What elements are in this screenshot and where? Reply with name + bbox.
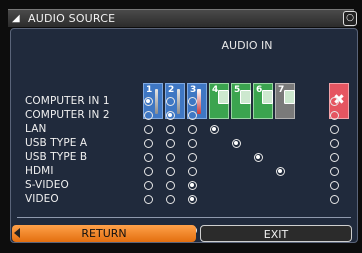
row-label: HDMI <box>25 165 54 177</box>
audio-source-panel: AUDIO IN 1 2 3 4 5 6 7 ✖ COMPUTER IN 1 CO… <box>10 28 358 243</box>
port-6-usb-port-icon: 6 <box>253 83 273 119</box>
radio-button[interactable] <box>188 195 197 204</box>
row-label: COMPUTER IN 1 <box>25 95 110 107</box>
radio-button[interactable] <box>166 111 175 120</box>
port-5-usb-port-icon: 5 <box>231 83 251 119</box>
radio-button[interactable] <box>166 181 175 190</box>
projector-menu-screen: ◢ AUDIO SOURCE ○ AUDIO IN 1 2 3 4 5 6 7 … <box>0 0 362 253</box>
radio-button[interactable] <box>330 125 339 134</box>
radio-button[interactable] <box>188 181 197 190</box>
radio-button[interactable] <box>330 167 339 176</box>
radio-button[interactable] <box>144 111 153 120</box>
radio-button[interactable] <box>188 167 197 176</box>
radio-button[interactable] <box>330 139 339 148</box>
radio-button[interactable] <box>254 153 263 162</box>
title-bar: ◢ AUDIO SOURCE ○ <box>8 9 357 27</box>
radio-button[interactable] <box>188 125 197 134</box>
radio-button[interactable] <box>166 97 175 106</box>
radio-button[interactable] <box>144 153 153 162</box>
row-label: USB TYPE B <box>25 151 88 163</box>
row-label: S-VIDEO <box>25 179 69 191</box>
radio-button[interactable] <box>276 167 285 176</box>
speaker-icon: ◢ <box>12 13 20 24</box>
return-button[interactable]: RETURN <box>12 225 196 242</box>
radio-button[interactable] <box>144 195 153 204</box>
radio-button[interactable] <box>144 125 153 134</box>
page-title: AUDIO SOURCE <box>28 12 116 25</box>
radio-button[interactable] <box>144 97 153 106</box>
radio-button[interactable] <box>330 111 339 120</box>
radio-button[interactable] <box>188 97 197 106</box>
radio-button[interactable] <box>166 167 175 176</box>
radio-button[interactable] <box>232 139 241 148</box>
port-7-hdmi-port-icon: 7 <box>275 83 295 119</box>
radio-button[interactable] <box>144 167 153 176</box>
radio-button[interactable] <box>188 153 197 162</box>
radio-button[interactable] <box>144 139 153 148</box>
radio-button[interactable] <box>330 181 339 190</box>
radio-button[interactable] <box>330 153 339 162</box>
radio-button[interactable] <box>166 153 175 162</box>
row-label: LAN <box>25 123 47 135</box>
row-label: COMPUTER IN 2 <box>25 109 110 121</box>
radio-button[interactable] <box>210 125 219 134</box>
radio-button[interactable] <box>144 181 153 190</box>
port-4-lan-port-icon: 4 <box>209 83 229 119</box>
radio-button[interactable] <box>330 195 339 204</box>
radio-button[interactable] <box>188 139 197 148</box>
row-label: VIDEO <box>25 193 59 205</box>
radio-button[interactable] <box>188 111 197 120</box>
radio-button[interactable] <box>166 139 175 148</box>
radio-button[interactable] <box>166 125 175 134</box>
exit-button[interactable]: EXIT <box>200 225 352 242</box>
radio-button[interactable] <box>330 97 339 106</box>
audio-in-header: AUDIO IN <box>221 39 273 52</box>
left-arrow-icon <box>14 228 20 238</box>
row-label: USB TYPE A <box>25 137 88 149</box>
standby-divider <box>17 217 351 218</box>
menu-corner-icon: ○ <box>343 11 357 26</box>
radio-button[interactable] <box>166 195 175 204</box>
